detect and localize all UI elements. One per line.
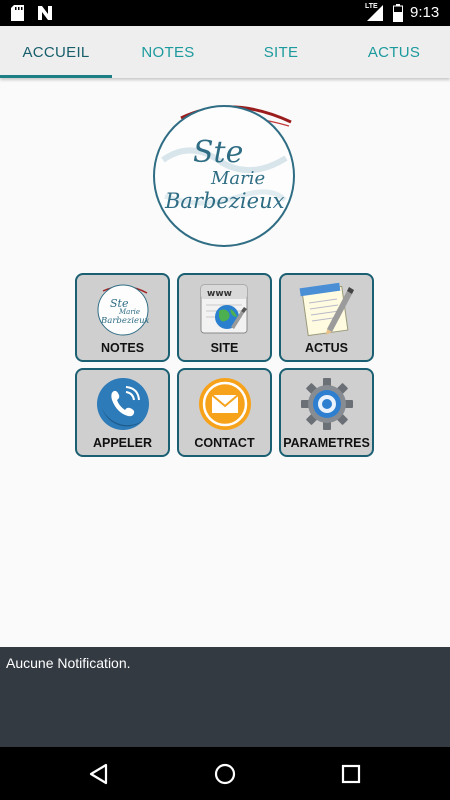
notification-text: Aucune Notification. bbox=[6, 655, 131, 671]
notes-button[interactable]: Ste Marie Barbezieux NOTES bbox=[75, 273, 170, 362]
sd-card-icon bbox=[11, 5, 24, 21]
tab-notes[interactable]: NOTES bbox=[112, 26, 224, 78]
school-logo: Ste Marie Barbezieux bbox=[153, 105, 295, 247]
gear-icon bbox=[300, 378, 353, 430]
home-content: Ste Marie Barbezieux Ste Marie Barbezieu… bbox=[0, 78, 450, 647]
svg-text:Ste: Ste bbox=[193, 135, 243, 170]
tile-label: SITE bbox=[210, 341, 239, 355]
school-logo-icon: Ste Marie Barbezieux bbox=[97, 284, 150, 336]
tab-label: SITE bbox=[263, 43, 299, 61]
svg-text:www: www bbox=[207, 289, 232, 299]
tab-indicator bbox=[0, 75, 112, 78]
home-icon[interactable] bbox=[212, 761, 238, 787]
svg-text:Marie: Marie bbox=[210, 168, 265, 189]
tab-actus[interactable]: ACTUS bbox=[338, 26, 450, 78]
actus-button[interactable]: ACTUS bbox=[279, 273, 374, 362]
contact-button[interactable]: CONTACT bbox=[177, 368, 272, 457]
svg-text:Marie: Marie bbox=[118, 308, 140, 316]
tile-label: CONTACT bbox=[194, 436, 255, 450]
tile-label: NOTES bbox=[100, 341, 145, 355]
n-notification-icon bbox=[38, 6, 52, 20]
status-time: 9:13 bbox=[410, 4, 440, 21]
tab-label: ACCUEIL bbox=[22, 43, 90, 61]
www-globe-icon: www bbox=[200, 284, 247, 334]
navigation-bar bbox=[0, 747, 450, 800]
site-button[interactable]: www SITE bbox=[177, 273, 272, 362]
tab-accueil[interactable]: ACCUEIL bbox=[0, 26, 112, 78]
status-bar: LTE 9:13 bbox=[0, 0, 450, 26]
tile-label: PARAMETRES bbox=[283, 436, 370, 450]
svg-text:Barbezieux: Barbezieux bbox=[164, 189, 285, 213]
battery-icon bbox=[393, 4, 403, 22]
svg-text:Barbezieux: Barbezieux bbox=[100, 316, 150, 326]
notepad-pencil-icon bbox=[299, 282, 354, 337]
tab-bar: ACCUEIL NOTES SITE ACTUS bbox=[0, 26, 450, 78]
tile-label: APPELER bbox=[92, 436, 153, 450]
network-type: LTE bbox=[365, 3, 378, 10]
appeler-button[interactable]: APPELER bbox=[75, 368, 170, 457]
recents-icon[interactable] bbox=[338, 761, 364, 787]
tab-label: ACTUS bbox=[367, 43, 421, 61]
parametres-button[interactable]: PARAMETRES bbox=[279, 368, 374, 457]
envelope-icon bbox=[198, 378, 251, 430]
back-icon[interactable] bbox=[86, 761, 112, 787]
tab-label: NOTES bbox=[141, 43, 195, 61]
notification-panel: Aucune Notification. bbox=[0, 647, 450, 747]
phone-icon bbox=[96, 378, 149, 430]
tab-site[interactable]: SITE bbox=[225, 26, 337, 78]
tile-label: ACTUS bbox=[304, 341, 349, 355]
